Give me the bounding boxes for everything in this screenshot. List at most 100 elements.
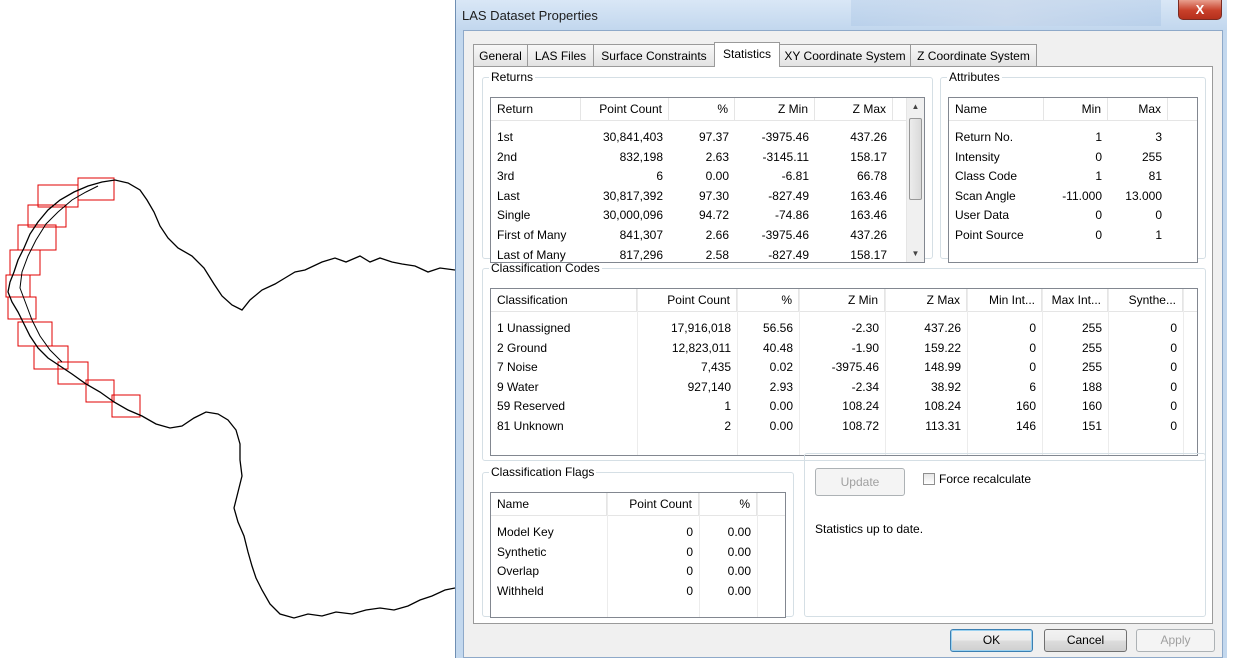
column-header-percent[interactable]: % <box>669 98 735 120</box>
scroll-up-arrow-icon[interactable]: ▲ <box>907 98 924 115</box>
column-header-max-intensity[interactable]: Max Int... <box>1042 289 1108 311</box>
table-cell: -827.49 <box>768 188 809 203</box>
table-row[interactable]: Model Key 0 0.00 <box>491 523 785 542</box>
column-header-return[interactable]: Return <box>491 98 581 120</box>
table-cell: 97.37 <box>698 130 729 144</box>
classification-codes-group: Classification Codes Classification Poin… <box>482 261 1206 461</box>
column-divider <box>1108 289 1109 455</box>
tab-z-coordinate-system[interactable]: Z Coordinate System <box>910 44 1037 66</box>
table-cell: Withheld <box>497 583 544 598</box>
column-header-min[interactable]: Min <box>1044 98 1108 120</box>
table-row[interactable]: Point Source 0 1 <box>949 226 1197 245</box>
table-row[interactable]: First of Many 841,307 2.66 -3975.46 437.26 <box>491 226 924 245</box>
column-header-synthetic[interactable]: Synthe... <box>1108 289 1183 311</box>
table-row[interactable]: Class Code 1 81 <box>949 167 1197 186</box>
column-header-z-max[interactable]: Z Max <box>885 289 967 311</box>
table-row[interactable]: Synthetic 0 0.00 <box>491 543 785 562</box>
table-cell: 7 Noise <box>497 360 538 375</box>
classification-flags-list[interactable]: Name Point Count % Model Key 0 0.00 Synthet… <box>490 492 786 618</box>
table-cell: 0 <box>1170 360 1177 375</box>
table-cell: -2.34 <box>851 379 879 394</box>
table-cell: 40.48 <box>762 340 793 355</box>
title-bar: LAS Dataset Properties X <box>456 0 1227 30</box>
table-row[interactable]: 1 Unassigned 17,916,018 56.56 -2.30 437.26 0 2… <box>491 319 1197 338</box>
tab-general[interactable]: General <box>473 44 528 66</box>
table-row[interactable]: Intensity 0 255 <box>949 148 1197 167</box>
returns-legend: Returns <box>491 70 534 84</box>
table-cell: -2.30 <box>851 321 879 335</box>
table-row[interactable]: Withheld 0 0.00 <box>491 582 785 601</box>
column-header-z-min[interactable]: Z Min <box>799 289 885 311</box>
column-header-percent[interactable]: % <box>737 289 799 311</box>
apply-button[interactable]: Apply <box>1136 629 1215 652</box>
table-cell: 81 <box>1148 169 1162 184</box>
table-row[interactable]: Last 30,817,392 97.30 -827.49 163.46 <box>491 187 924 206</box>
returns-list[interactable]: Return Point Count % Z Min Z Max 1st 30,8… <box>490 97 925 263</box>
table-cell: -74.86 <box>774 208 809 223</box>
table-cell: 158.17 <box>850 149 887 164</box>
column-header-max[interactable]: Max <box>1108 98 1168 120</box>
table-cell: 160 <box>1015 399 1036 414</box>
table-row[interactable]: 81 Unknown 2 0.00 108.72 113.31 146 151 0 <box>491 417 1197 436</box>
boundary-line-inner <box>19 185 99 363</box>
table-cell: 437.26 <box>850 228 887 242</box>
table-cell: 66.78 <box>856 169 887 184</box>
column-header-point-count[interactable]: Point Count <box>607 493 699 515</box>
table-row[interactable]: 7 Noise 7,435 0.02 -3975.46 148.99 0 255 0 <box>491 358 1197 377</box>
column-divider <box>737 289 738 455</box>
table-row[interactable]: Return No. 1 3 <box>949 128 1197 147</box>
table-row[interactable]: 1st 30,841,403 97.37 -3975.46 437.26 <box>491 128 924 147</box>
table-cell: 108.24 <box>842 399 879 414</box>
force-recalculate-checkbox[interactable] <box>923 473 935 485</box>
attributes-list[interactable]: Name Min Max Return No. 1 3 Intensity 0 255 Cl… <box>948 97 1198 263</box>
scroll-down-arrow-icon[interactable]: ▼ <box>907 245 924 262</box>
table-cell: 927,140 <box>687 379 731 394</box>
column-header-min-intensity[interactable]: Min Int... <box>967 289 1042 311</box>
scroll-thumb[interactable] <box>909 118 922 200</box>
table-row[interactable]: Single 30,000,096 94.72 -74.86 163.46 <box>491 206 924 225</box>
close-button[interactable]: X <box>1178 0 1222 20</box>
table-row[interactable]: User Data 0 0 <box>949 206 1197 225</box>
column-header-z-max[interactable]: Z Max <box>815 98 893 120</box>
attributes-legend: Attributes <box>949 70 1000 84</box>
table-row[interactable]: Overlap 0 0.00 <box>491 562 785 581</box>
table-cell: First of Many <box>497 228 567 242</box>
column-header-classification[interactable]: Classification <box>491 289 637 311</box>
column-divider <box>1183 289 1184 455</box>
column-header-percent[interactable]: % <box>699 493 757 515</box>
tab-statistics[interactable]: Statistics <box>714 42 780 67</box>
table-cell: -3145.11 <box>762 149 809 164</box>
table-cell: 146 <box>1015 419 1036 433</box>
returns-scrollbar[interactable]: ▲ ▼ <box>906 98 924 262</box>
table-cell: 13.000 <box>1125 188 1162 203</box>
map-view <box>5 177 455 619</box>
update-button[interactable]: Update <box>815 468 905 496</box>
table-row[interactable]: 2 Ground 12,823,011 40.48 -1.90 159.22 0 255 0 <box>491 339 1197 358</box>
table-cell: 30,000,096 <box>602 208 663 223</box>
table-cell: User Data <box>955 208 1010 223</box>
column-header-name[interactable]: Name <box>949 98 1044 120</box>
cancel-button[interactable]: Cancel <box>1044 629 1127 652</box>
table-cell: 160 <box>1081 399 1102 414</box>
column-divider <box>757 493 758 617</box>
table-row[interactable]: 9 Water 927,140 2.93 -2.34 38.92 6 188 0 <box>491 378 1197 397</box>
table-row[interactable]: 59 Reserved 1 0.00 108.24 108.24 160 160 0 <box>491 397 1197 416</box>
table-row[interactable]: 2nd 832,198 2.63 -3145.11 158.17 <box>491 148 924 167</box>
table-cell: 0.00 <box>727 525 751 539</box>
tab-xy-coordinate-system[interactable]: XY Coordinate System <box>779 44 911 66</box>
column-header-point-count[interactable]: Point Count <box>637 289 737 311</box>
table-cell: 1 Unassigned <box>497 321 571 335</box>
column-header-z-min[interactable]: Z Min <box>735 98 815 120</box>
table-cell: 30,817,392 <box>602 188 663 203</box>
column-header-point-count[interactable]: Point Count <box>581 98 669 120</box>
table-cell: 0 <box>1170 379 1177 394</box>
tab-surface-constraints[interactable]: Surface Constraints <box>593 44 715 66</box>
table-row[interactable]: 3rd 6 0.00 -6.81 66.78 <box>491 167 924 186</box>
classification-codes-list[interactable]: Classification Point Count % Z Min Z Max… <box>490 288 1198 456</box>
returns-group: Returns Return Point Count % Z Min Z Max… <box>482 70 933 263</box>
table-row[interactable]: Scan Angle -11.000 13.000 <box>949 187 1197 206</box>
ok-button[interactable]: OK <box>950 629 1033 652</box>
table-cell: 0 <box>686 525 693 539</box>
column-header-name[interactable]: Name <box>491 493 607 515</box>
tab-las-files[interactable]: LAS Files <box>527 44 594 66</box>
